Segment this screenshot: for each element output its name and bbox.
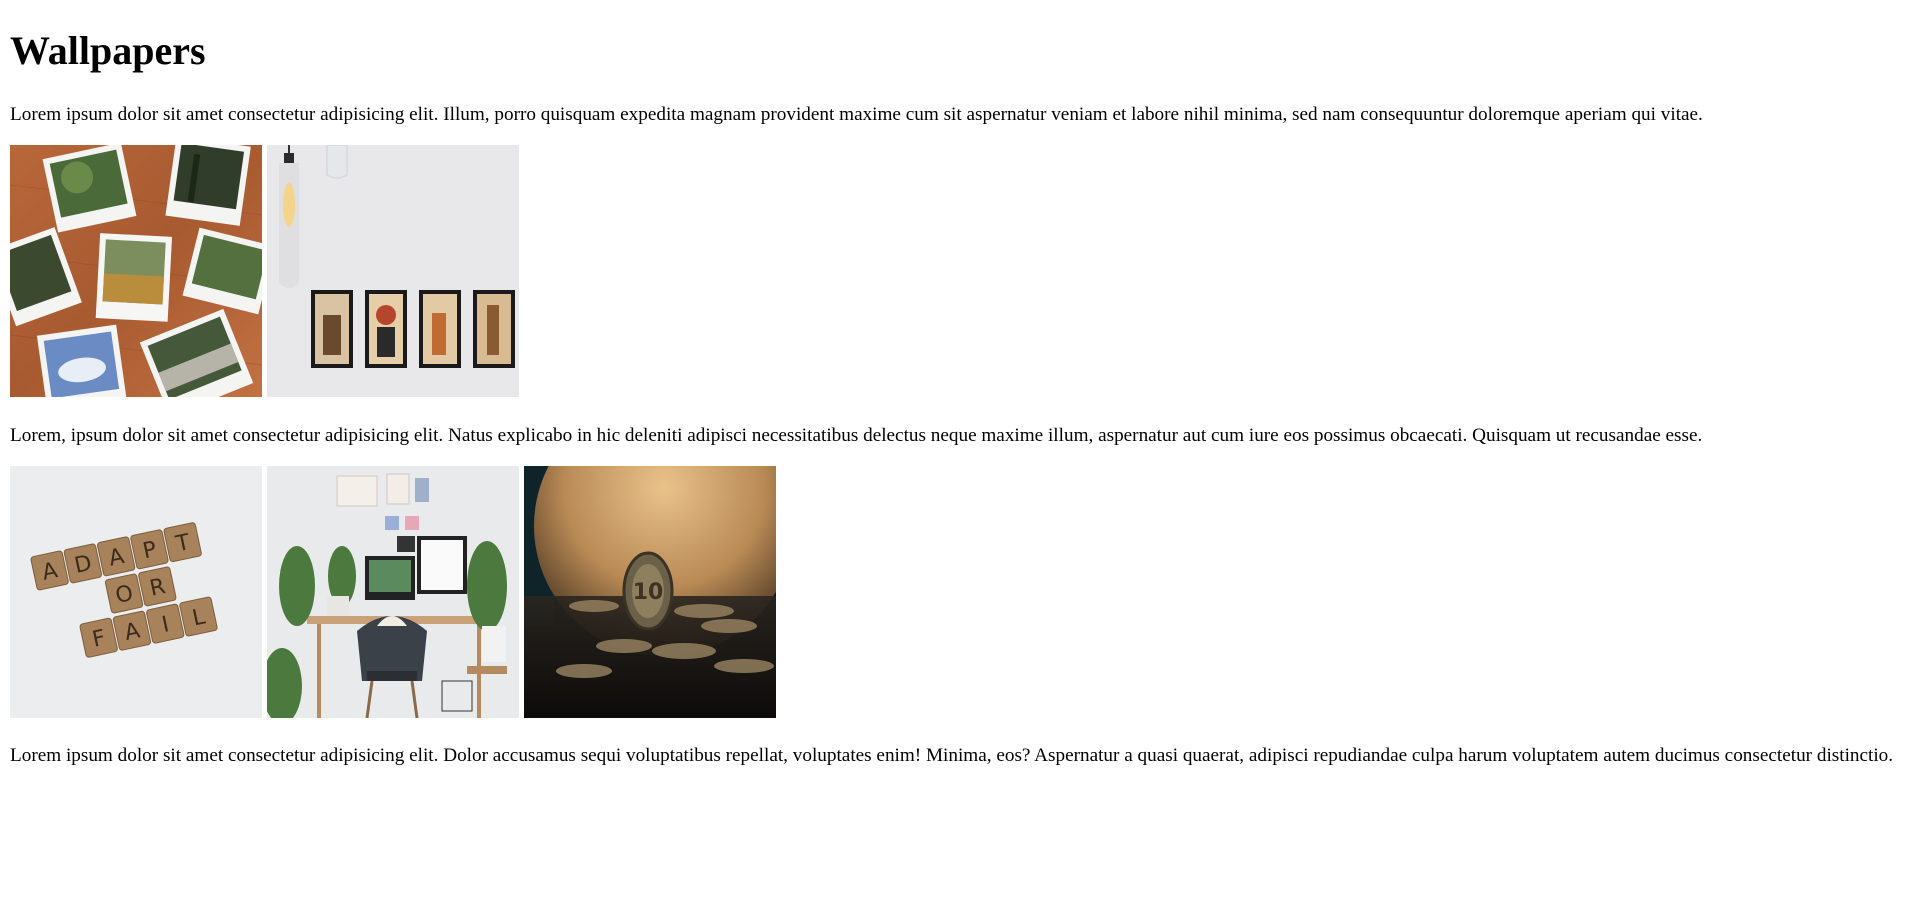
scrabble-adapt-or-fail-image: A D A P T O R F A I L: [10, 466, 262, 718]
page-title: Wallpapers: [10, 28, 206, 73]
polaroid-photos-image: [10, 145, 262, 397]
desk-workspace-image: [267, 466, 519, 718]
gallery-row-2: A D A P T O R F A I L 10: [10, 466, 776, 718]
framed-pictures-lamp-image: [267, 145, 519, 397]
gallery-row-1: [10, 145, 519, 397]
second-paragraph: Lorem, ipsum dolor sit amet consectetur …: [10, 425, 1703, 446]
third-paragraph: Lorem ipsum dolor sit amet consectetur a…: [10, 745, 1894, 766]
coin-number: 10: [633, 580, 664, 605]
coin-moon-image: 10: [524, 466, 776, 718]
intro-paragraph: Lorem ipsum dolor sit amet consectetur a…: [10, 104, 1703, 125]
